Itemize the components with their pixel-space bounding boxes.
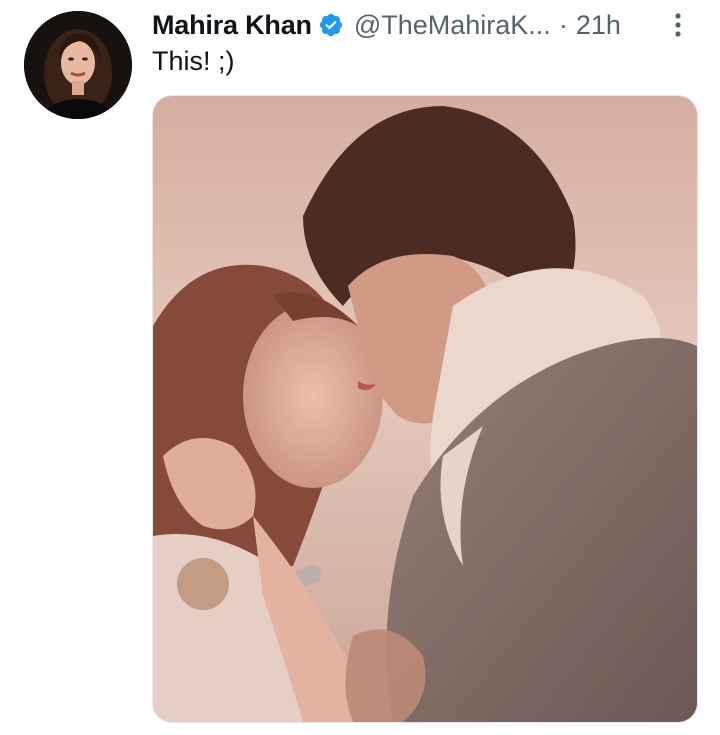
tweet-text: This! ;) <box>152 46 235 76</box>
avatar-photo <box>24 11 132 119</box>
author-avatar[interactable] <box>24 11 132 119</box>
tweet-timestamp[interactable]: 21h <box>576 10 621 41</box>
tweet-header: Mahira Khan @TheMahiraK... · 21h <box>152 6 690 44</box>
verified-badge-icon <box>318 12 344 38</box>
header-separator: · <box>558 9 568 40</box>
author-handle[interactable]: @TheMahiraK... <box>354 10 551 41</box>
tweet-card: Mahira Khan @TheMahiraK... · 21h This! ;… <box>0 0 720 735</box>
tweet-media-photo[interactable] <box>152 95 698 723</box>
more-options-icon[interactable] <box>666 10 690 40</box>
photo-couple-embrace <box>153 96 697 722</box>
author-name[interactable]: Mahira Khan <box>152 10 312 41</box>
